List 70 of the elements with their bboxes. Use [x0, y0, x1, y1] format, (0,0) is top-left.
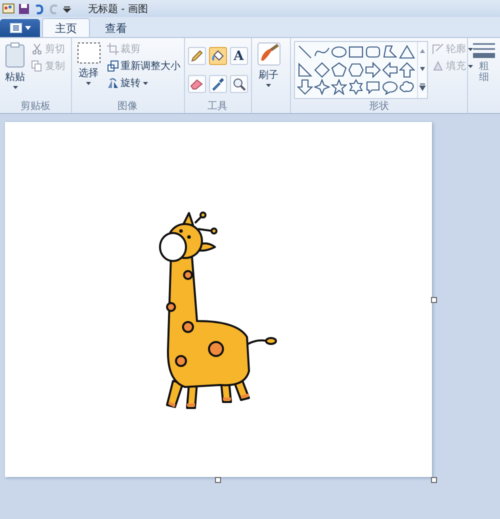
crop-icon — [106, 43, 119, 55]
down-arrow-icon[interactable] — [297, 79, 313, 96]
paint-app-icon — [2, 2, 15, 15]
eyedropper-icon — [210, 76, 225, 90]
left-arrow-icon[interactable] — [382, 62, 398, 78]
group-label: 形状 — [368, 100, 390, 113]
document-icon — [10, 23, 22, 33]
star-icon[interactable] — [331, 79, 347, 96]
rounded-rectangle-icon[interactable] — [365, 44, 381, 60]
brushes-button[interactable]: 刷子 — [254, 41, 283, 99]
rectangle-icon[interactable] — [348, 44, 364, 60]
caret-icon — [142, 82, 148, 84]
hexagon-icon[interactable] — [348, 62, 364, 78]
clipboard-icon — [5, 42, 25, 68]
caret-icon — [266, 84, 272, 87]
size-button[interactable]: 粗细 — [471, 42, 497, 84]
group-label: 图像 — [116, 100, 139, 113]
resize-handle[interactable] — [431, 297, 437, 303]
ribbon-tab[interactable]: 主页 — [42, 18, 90, 37]
eraser-icon — [190, 76, 204, 90]
caret-icon — [86, 82, 92, 85]
fill-icon — [432, 60, 444, 72]
group-label: 剪贴板 — [19, 100, 52, 113]
scissors-icon — [31, 43, 43, 55]
paste-button[interactable]: 粘贴 — [3, 41, 27, 99]
right-triangle-icon[interactable] — [297, 62, 313, 78]
pentagon-icon[interactable] — [331, 62, 347, 78]
right-arrow-icon[interactable] — [365, 62, 381, 78]
picker-tool-button[interactable] — [208, 74, 227, 92]
caret-icon — [24, 26, 30, 30]
oval-bubble-icon[interactable] — [382, 79, 398, 96]
polygon-icon[interactable] — [382, 44, 398, 60]
magnifier-tool-button[interactable] — [230, 74, 248, 92]
copy-icon — [31, 60, 43, 72]
ribbon-tab[interactable]: 查看 — [92, 18, 140, 37]
selection-icon — [76, 42, 101, 64]
pencil-icon — [190, 49, 204, 63]
line-width-icon — [473, 43, 495, 59]
brush-icon — [256, 42, 281, 66]
caret-icon — [468, 64, 473, 68]
select-button[interactable]: 选择 — [74, 41, 103, 99]
caret-icon — [468, 48, 473, 50]
up-arrow-icon[interactable] — [399, 62, 415, 78]
resize-handle[interactable] — [215, 477, 221, 483]
oval-icon[interactable] — [331, 44, 347, 60]
undo-icon[interactable] — [33, 2, 45, 14]
rotate-button[interactable]: 旋转 — [106, 76, 181, 90]
save-icon[interactable] — [18, 2, 30, 14]
speech-bubble-icon[interactable] — [365, 79, 381, 96]
caret-icon — [12, 86, 18, 89]
triangle-icon[interactable] — [399, 44, 415, 60]
four-point-star-icon[interactable] — [314, 79, 330, 96]
paint-bucket-icon — [210, 49, 225, 63]
customize-caret-icon[interactable] — [63, 4, 71, 12]
window-title: 无标题 - 画图 — [88, 2, 148, 16]
pencil-tool-button[interactable] — [188, 47, 206, 65]
fill-tool-button[interactable] — [208, 47, 227, 65]
eraser-tool-button[interactable] — [188, 74, 206, 92]
file-menu-button[interactable] — [0, 19, 40, 37]
rotate-icon — [106, 77, 119, 89]
group-label: 工具 — [206, 100, 229, 113]
text-tool-button[interactable]: A — [230, 47, 248, 65]
resize-handle[interactable] — [431, 477, 437, 483]
diamond-icon[interactable] — [314, 62, 330, 78]
six-point-star-icon[interactable] — [348, 79, 364, 96]
line-icon[interactable] — [297, 44, 313, 60]
outline-icon — [432, 43, 444, 55]
resize-button[interactable]: 重新调整大小 — [106, 59, 181, 73]
resize-icon — [106, 60, 119, 72]
magnifier-icon — [232, 76, 246, 90]
